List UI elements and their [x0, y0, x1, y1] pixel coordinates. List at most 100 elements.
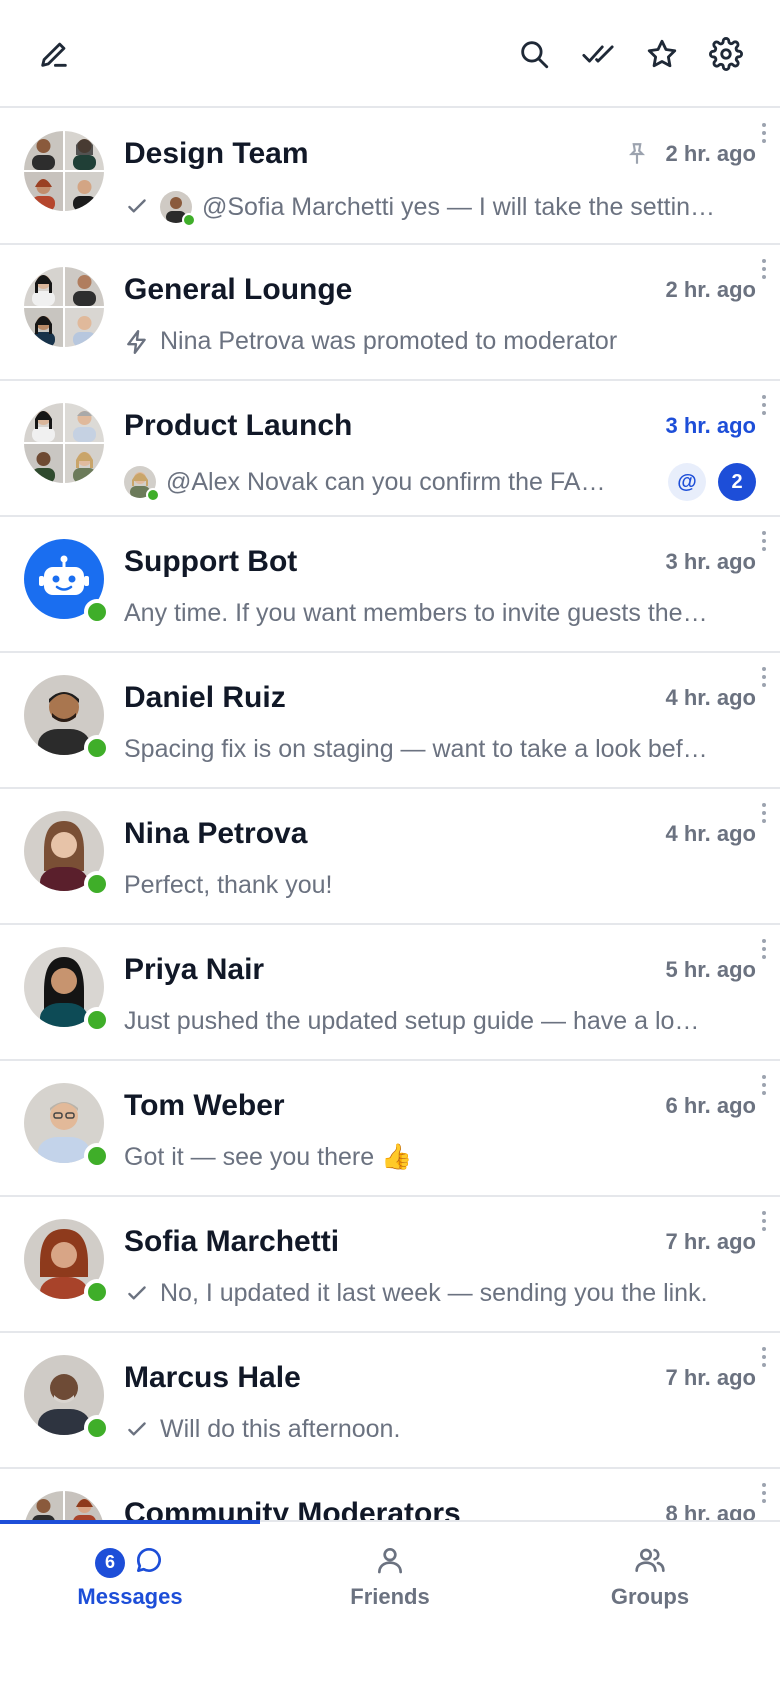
check-icon: [124, 1281, 150, 1307]
preview-text: Will do this afternoon.: [160, 1415, 401, 1443]
conversation-row-marcus-hale[interactable]: Marcus Hale 7 hr. ago Will do this after…: [0, 1333, 780, 1469]
person-icon: [374, 1544, 406, 1581]
unread-count-badge: 2: [718, 463, 756, 501]
more-options-icon[interactable]: [760, 395, 768, 419]
conversation-time: 3 hr. ago: [665, 413, 756, 438]
conversation-preview: Spacing fix is on staging — want to take…: [124, 735, 756, 764]
online-status-indicator: [84, 871, 110, 897]
conversation-time: 8 hr. ago: [665, 1501, 756, 1520]
conversation-time: 6 hr. ago: [665, 1093, 756, 1118]
lightning-icon: [124, 329, 150, 355]
more-options-icon[interactable]: [760, 1483, 768, 1507]
conversation-time: 2 hr. ago: [665, 277, 756, 302]
conversation-row-general-lounge[interactable]: General Lounge 2 hr. ago Nina Petrova wa…: [0, 245, 780, 381]
top-bar: [0, 0, 780, 108]
settings-icon[interactable]: [706, 34, 746, 74]
conversation-preview: Just pushed the updated setup guide — ha…: [124, 1007, 756, 1036]
online-status-indicator: [84, 1279, 110, 1305]
conversation-time: 5 hr. ago: [665, 957, 756, 982]
conversation-name: Priya Nair: [124, 953, 265, 986]
preview-text: @Alex Novak can you confirm the FA…: [166, 467, 606, 496]
conversation-time: 7 hr. ago: [665, 1365, 756, 1390]
more-options-icon[interactable]: [760, 1347, 768, 1371]
conversation-name: Support Bot: [124, 545, 298, 578]
bottom-tab-bar: 6 Messages Friends Groups: [0, 1520, 780, 1688]
conversation-preview: Perfect, thank you!: [124, 871, 756, 900]
preview-text: Nina Petrova was promoted to moderator: [160, 327, 618, 355]
tab-groups[interactable]: Groups: [520, 1522, 780, 1622]
online-status-indicator: [84, 1143, 110, 1169]
conversation-name: Tom Weber: [124, 1089, 285, 1122]
conversation-name: Product Launch: [124, 409, 353, 442]
conversation-name: Marcus Hale: [124, 1361, 301, 1394]
star-icon[interactable]: [642, 34, 682, 74]
more-options-icon[interactable]: [760, 803, 768, 827]
conversation-row-priya-nair[interactable]: Priya Nair 5 hr. ago Just pushed the upd…: [0, 925, 780, 1061]
mark-all-read-icon[interactable]: [578, 34, 618, 74]
conversation-name: Community Moderators: [124, 1497, 461, 1520]
preview-text: Just pushed the updated setup guide — ha…: [124, 1007, 700, 1035]
preview-text: Any time. If you want members to invite …: [124, 599, 708, 627]
conversation-time: 4 hr. ago: [665, 821, 756, 846]
check-icon: [124, 194, 150, 220]
conversation-list[interactable]: Design Team 2 hr. ago @Sofia Marchetti y…: [0, 109, 780, 1520]
conversation-name: Nina Petrova: [124, 817, 308, 850]
preview-text: No, I updated it last week — sending you…: [160, 1279, 708, 1307]
conversation-row-tom-weber[interactable]: Tom Weber 6 hr. ago Got it — see you the…: [0, 1061, 780, 1197]
conversation-preview: No, I updated it last week — sending you…: [124, 1279, 756, 1308]
conversation-row-support-bot[interactable]: Support Bot 3 hr. ago Any time. If you w…: [0, 517, 780, 653]
conversation-row-design-team[interactable]: Design Team 2 hr. ago @Sofia Marchetti y…: [0, 109, 780, 245]
online-status-indicator: [84, 1007, 110, 1033]
mention-badge: @: [668, 463, 706, 501]
conversation-name: Design Team: [124, 137, 309, 170]
preview-text: Got it — see you there 👍: [124, 1143, 413, 1171]
pin-icon: [624, 141, 650, 167]
online-status-indicator: [84, 735, 110, 761]
conversation-preview: Got it — see you there 👍: [124, 1143, 756, 1172]
chat-bubble-icon: [133, 1544, 165, 1581]
conversation-time: 2 hr. ago: [665, 141, 756, 166]
unread-messages-badge: 6: [95, 1547, 125, 1578]
group-avatar: [24, 131, 104, 211]
more-options-icon[interactable]: [760, 667, 768, 691]
search-icon[interactable]: [514, 34, 554, 74]
conversation-row-daniel-ruiz[interactable]: Daniel Ruiz 4 hr. ago Spacing fix is on …: [0, 653, 780, 789]
conversation-preview: Will do this afternoon.: [124, 1415, 756, 1444]
conversation-name: General Lounge: [124, 273, 353, 306]
tab-friends[interactable]: Friends: [260, 1522, 520, 1622]
tab-label: Groups: [610, 1584, 690, 1609]
check-icon: [124, 1417, 150, 1443]
group-avatar: [24, 1491, 104, 1520]
conversation-preview: Nina Petrova was promoted to moderator: [124, 327, 756, 356]
conversation-name: Daniel Ruiz: [124, 681, 286, 714]
more-options-icon[interactable]: [760, 939, 768, 963]
people-icon: [634, 1544, 666, 1581]
preview-text: @Sofia Marchetti yes — I will take the s…: [202, 192, 716, 221]
more-options-icon[interactable]: [760, 531, 768, 555]
more-options-icon[interactable]: [760, 1075, 768, 1099]
group-avatar: [24, 267, 104, 347]
tab-messages[interactable]: 6 Messages: [0, 1522, 260, 1622]
preview-text: Perfect, thank you!: [124, 871, 333, 899]
conversation-preview: @Sofia Marchetti yes — I will take the s…: [124, 191, 756, 227]
sender-avatar: [160, 191, 196, 227]
tab-label: Friends: [350, 1584, 430, 1609]
sender-avatar: [124, 466, 160, 502]
compose-icon[interactable]: [34, 34, 74, 74]
conversation-row-sofia-marchetti[interactable]: Sofia Marchetti 7 hr. ago No, I updated …: [0, 1197, 780, 1333]
group-avatar: [24, 403, 104, 483]
more-options-icon[interactable]: [760, 259, 768, 283]
conversation-row-nina-petrova[interactable]: Nina Petrova 4 hr. ago Perfect, thank yo…: [0, 789, 780, 925]
conversation-preview: @Alex Novak can you confirm the FA… @ 2: [124, 463, 756, 502]
conversation-row-community-moderators[interactable]: Community Moderators 8 hr. ago: [0, 1469, 780, 1520]
more-options-icon[interactable]: [760, 1211, 768, 1235]
online-status-indicator: [84, 599, 110, 625]
conversation-preview: Any time. If you want members to invite …: [124, 599, 756, 628]
more-options-icon[interactable]: [760, 123, 768, 147]
online-status-indicator: [84, 1415, 110, 1441]
preview-text: Spacing fix is on staging — want to take…: [124, 735, 708, 763]
conversation-time: 4 hr. ago: [665, 685, 756, 710]
conversation-row-product-launch[interactable]: Product Launch 3 hr. ago @Alex Novak can…: [0, 381, 780, 517]
conversation-name: Sofia Marchetti: [124, 1225, 340, 1258]
conversation-time: 7 hr. ago: [665, 1229, 756, 1254]
